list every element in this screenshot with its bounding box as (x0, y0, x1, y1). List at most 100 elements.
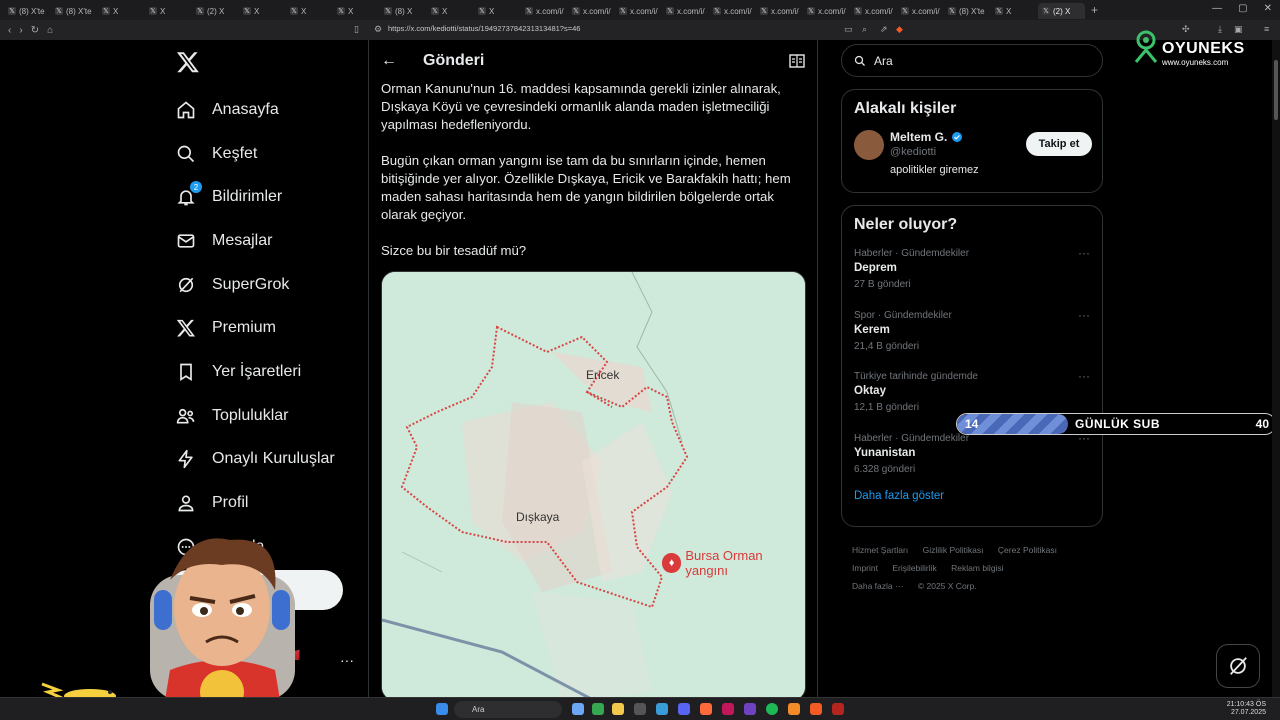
nav-label: Onaylı Kuruluşlar (212, 450, 335, 468)
browser-tab[interactable]: 𝕏X (427, 3, 474, 19)
browser-tab[interactable]: 𝕏x.com/i/ (897, 3, 944, 19)
x-favicon-icon: 𝕏 (431, 7, 439, 15)
share-icon[interactable]: ⇗ (880, 24, 888, 35)
browser-tab[interactable]: 𝕏 (8) X'te (51, 3, 98, 19)
grok-floating-button[interactable] (1216, 644, 1260, 688)
nav-item-communities[interactable]: Topluluklar (172, 394, 352, 438)
fire-marker[interactable]: ♦ Bursa Orman yangını (662, 548, 805, 578)
browser-tab[interactable]: 𝕏 (8) X'te (944, 3, 991, 19)
browser-tab[interactable]: 𝕏x.com/i/ (756, 3, 803, 19)
search-icon (854, 55, 865, 66)
x-favicon-icon: 𝕏 (807, 7, 815, 15)
system-clock[interactable]: 21:10:43 ÖS 27.07.2025 (1227, 701, 1266, 717)
nav-item-supergrok[interactable]: SuperGrok (172, 263, 352, 307)
browser-tab[interactable]: 𝕏x.com/i/ (850, 3, 897, 19)
home-browser-icon[interactable]: ⌂ (47, 25, 53, 36)
minimize-icon[interactable]: — (1212, 3, 1222, 14)
back-arrow-icon[interactable]: ← (381, 52, 423, 70)
reader-mode-icon[interactable] (789, 54, 805, 68)
person-name[interactable]: Meltem G. (890, 130, 963, 144)
browser-tab[interactable]: 𝕏X (239, 3, 286, 19)
footer-link[interactable]: Imprint (852, 563, 878, 573)
browser-tab[interactable]: 𝕏x.com/i/ (615, 3, 662, 19)
browser-tab[interactable]: 𝕏X (991, 3, 1038, 19)
trend-item[interactable]: Haberler · Gündemdekiler Yunanistan 6.32… (842, 429, 1102, 491)
nav-item-messages[interactable]: Mesajlar (172, 219, 352, 263)
nav-item-verified-orgs[interactable]: Onaylı Kuruluşlar (172, 438, 352, 482)
nav-item-bookmarks[interactable]: Yer İşaretleri (172, 350, 352, 394)
footer-link[interactable]: Erişilebilirlik (892, 563, 936, 573)
forward-nav-icon[interactable]: › (19, 25, 22, 36)
tab-search-icon[interactable]: ▭ (844, 24, 853, 35)
more-dots-icon[interactable]: ··· (1078, 308, 1090, 322)
folder-icon[interactable] (612, 703, 624, 715)
footer-link[interactable]: Daha fazla ··· (852, 581, 904, 591)
close-window-icon[interactable]: ✕ (1264, 3, 1272, 14)
nav-item-notifications[interactable]: 2 Bildirimler (172, 175, 352, 219)
card-title: Alakalı kişiler (854, 100, 957, 117)
browser-tab[interactable]: 𝕏 (2) X (1038, 3, 1085, 19)
browser-tab[interactable]: 𝕏X (333, 3, 380, 19)
browser-tab[interactable]: 𝕏x.com/i/ (803, 3, 850, 19)
terminal-icon[interactable] (634, 703, 646, 715)
trend-item[interactable]: Spor · Gündemdekiler Kerem 21,4 B gönder… (842, 306, 1102, 368)
x-logo-icon[interactable] (176, 50, 200, 74)
task-view-icon[interactable] (572, 703, 584, 715)
browser-tab[interactable]: 𝕏 (8) X (380, 3, 427, 19)
nav-item-profile[interactable]: Profil (172, 481, 352, 525)
zoom-icon[interactable]: ⌕ (862, 24, 867, 35)
url-text[interactable]: https://x.com/kediotti/status/1949273784… (388, 24, 580, 33)
footer-link[interactable]: Reklam bilgisi (951, 563, 1003, 573)
browser-tab[interactable]: 𝕏X (98, 3, 145, 19)
app-icon[interactable] (832, 703, 844, 715)
browser-tab[interactable]: 𝕏x.com/i/ (568, 3, 615, 19)
brave-icon[interactable] (810, 703, 822, 715)
relevant-person[interactable]: Meltem G. @kediotti apolitikler giremez … (842, 128, 1102, 188)
more-dots-icon[interactable]: ··· (1078, 246, 1090, 260)
footer-link[interactable]: Hizmet Şartları (852, 545, 908, 555)
nav-item-premium[interactable]: Premium (172, 306, 352, 350)
browser-tab[interactable]: 𝕏X (145, 3, 192, 19)
start-icon[interactable] (436, 703, 448, 715)
nav-label: Topluluklar (212, 406, 289, 424)
browser-tab[interactable]: 𝕏x.com/i/ (709, 3, 756, 19)
show-more-link[interactable]: Daha fazla göster (842, 490, 1102, 502)
browser-tab[interactable]: 𝕏 (8) X'te (4, 3, 51, 19)
post-map-image[interactable]: Ericek Dışkaya ♦ Bursa Orman yangını (381, 271, 806, 700)
spotify-icon[interactable] (766, 703, 778, 715)
app-icon[interactable] (722, 703, 734, 715)
footer-link[interactable]: Gizlilik Politikası (923, 545, 984, 555)
nav-item-home[interactable]: Anasayfa (172, 88, 352, 132)
trend-item[interactable]: Haberler · Gündemdekiler Deprem 27 B gön… (842, 244, 1102, 306)
app-icon[interactable] (788, 703, 800, 715)
follow-button[interactable]: Takip et (1026, 132, 1092, 156)
more-dots-icon[interactable]: ··· (1078, 369, 1090, 383)
reload-icon[interactable]: ↻ (31, 25, 39, 36)
edge-icon[interactable] (656, 703, 668, 715)
nav-item-explore[interactable]: Keşfet (172, 132, 352, 176)
chrome-icon[interactable] (592, 703, 604, 715)
browser-tab[interactable]: 𝕏x.com/i/ (521, 3, 568, 19)
taskbar-search[interactable]: Ara (454, 701, 562, 718)
back-nav-icon[interactable]: ‹ (8, 25, 11, 36)
brave-shield-icon[interactable]: ◆ (896, 24, 903, 35)
browser-tab[interactable]: 𝕏X (474, 3, 521, 19)
browser-tab[interactable]: 𝕏X (286, 3, 333, 19)
menu-icon[interactable]: ≡ (1264, 24, 1269, 34)
new-tab-button[interactable]: + (1091, 3, 1098, 17)
app-icon[interactable] (700, 703, 712, 715)
search-input[interactable]: Ara (841, 44, 1103, 77)
trend-category: Türkiye tarihinde gündemde (854, 371, 978, 382)
browser-tab[interactable]: 𝕏x.com/i/ (662, 3, 709, 19)
footer-link[interactable]: Çerez Politikası (998, 545, 1057, 555)
maximize-icon[interactable]: ▢ (1238, 3, 1247, 14)
bookmark-page-icon[interactable]: ▯ (354, 24, 359, 35)
account-more-button[interactable]: ··· (340, 652, 354, 668)
avatar[interactable] (854, 130, 884, 160)
discord-icon[interactable] (678, 703, 690, 715)
site-info-icon[interactable]: ⚙ (374, 24, 382, 35)
page-scrollbar[interactable] (1272, 40, 1280, 700)
scrollbar-thumb[interactable] (1274, 60, 1278, 120)
browser-tab[interactable]: 𝕏 (2) X (192, 3, 239, 19)
app-icon[interactable] (744, 703, 756, 715)
